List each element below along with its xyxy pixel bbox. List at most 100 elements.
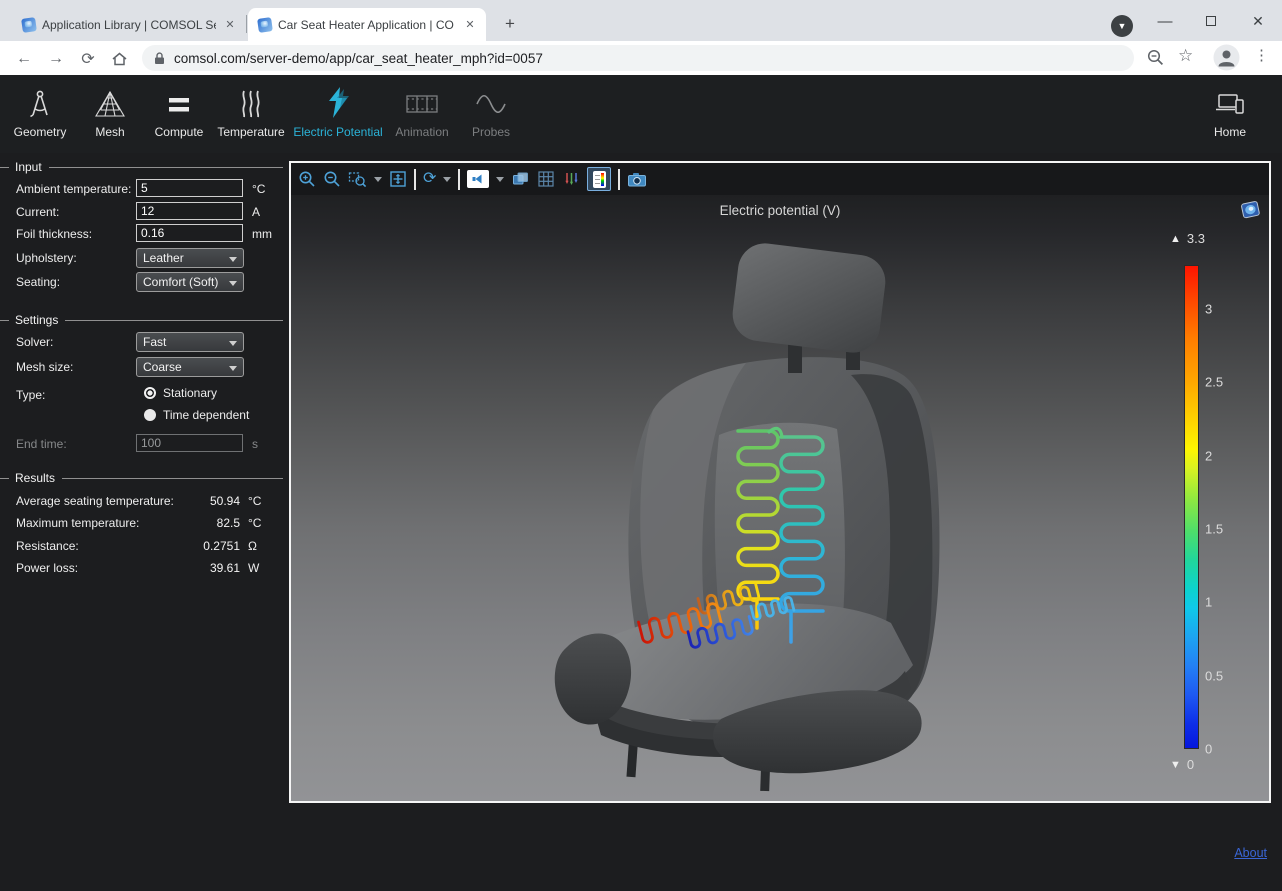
ribbon-electric-potential-button[interactable]: Electric Potential	[288, 84, 388, 139]
window-maximize-button[interactable]	[1194, 8, 1228, 34]
graphics-panel: ⟳ Electric potential (V)	[289, 161, 1271, 803]
address-bar[interactable]: comsol.com/server-demo/app/car_seat_heat…	[142, 45, 1134, 71]
window-close-button[interactable]: ✕	[1241, 8, 1275, 34]
ribbon-mesh-button[interactable]: Mesh	[82, 84, 138, 139]
triangle-up-icon: ▲	[1170, 233, 1181, 245]
comsol-app: Geometry Mesh Compute Temperature Electr…	[0, 75, 1282, 891]
ambient-temperature-unit: °C	[252, 182, 265, 196]
mesh-size-select[interactable]: Coarse	[136, 357, 244, 377]
grid-icon[interactable]	[537, 167, 555, 191]
avg-seating-temp-value: 50.94	[130, 494, 240, 508]
tab-title: Application Library | COMSOL Se	[42, 18, 216, 32]
input-section-header: Input	[0, 160, 288, 174]
comsol-logo[interactable]	[1239, 198, 1263, 222]
power-loss-value: 39.61	[130, 561, 240, 575]
zoom-extents-icon[interactable]	[389, 167, 407, 191]
compute-equals-icon	[147, 84, 211, 120]
tab-close-icon[interactable]: ✕	[222, 17, 238, 33]
toolbar-separator	[458, 169, 460, 190]
zoom-out-icon[interactable]	[323, 167, 341, 191]
browser-tab-strip: Application Library | COMSOL Se ✕ Car Se…	[0, 0, 1282, 41]
tab-application-library[interactable]: Application Library | COMSOL Se ✕	[12, 8, 246, 41]
new-tab-button[interactable]: +	[498, 12, 522, 36]
reset-rotation-icon[interactable]: ⟳	[423, 167, 436, 191]
screenshot-camera-icon[interactable]	[627, 167, 647, 191]
toolbar-separator	[414, 169, 416, 190]
radio-dot	[144, 409, 156, 421]
color-legend-icon	[593, 171, 606, 188]
ribbon-compute-button[interactable]: Compute	[147, 84, 211, 139]
home-devices-icon	[1198, 84, 1262, 120]
seating-label: Seating:	[16, 275, 60, 289]
tab-close-icon[interactable]: ✕	[462, 17, 478, 33]
back-icon[interactable]: ←	[13, 48, 35, 70]
color-legend-toggle[interactable]	[587, 167, 611, 191]
view-orientation-icon[interactable]	[467, 170, 489, 188]
rotation-dropdown-icon[interactable]	[443, 177, 451, 182]
colorbar-max-marker: ▲ 3.3	[1170, 231, 1205, 246]
browser-menu-icon[interactable]: ⋮	[1254, 46, 1269, 64]
triangle-down-icon: ▼	[1170, 759, 1181, 771]
zoom-box-icon[interactable]	[348, 167, 367, 191]
browser-url-row: ← → ⟳ comsol.com/server-demo/app/car_sea…	[0, 41, 1282, 75]
resistance-value: 0.2751	[130, 539, 240, 553]
colorbar-tick: 1	[1205, 595, 1212, 610]
transparency-icon[interactable]	[511, 167, 530, 191]
forward-icon[interactable]: →	[45, 48, 67, 70]
current-label: Current:	[16, 205, 59, 219]
ribbon-animation-button[interactable]: Animation	[384, 84, 460, 139]
zoom-box-dropdown-icon[interactable]	[374, 177, 382, 182]
url-text: comsol.com/server-demo/app/car_seat_heat…	[174, 51, 543, 66]
ribbon-probes-button[interactable]: Probes	[458, 84, 524, 139]
chevron-down-icon	[229, 366, 237, 371]
sine-wave-icon	[458, 84, 524, 120]
max-temp-label: Maximum temperature:	[16, 516, 139, 530]
window-minimize-button[interactable]: —	[1148, 8, 1182, 34]
solver-select[interactable]: Fast	[136, 332, 244, 352]
colorbar-tick: 1.5	[1205, 522, 1223, 537]
colorbar-tick: 2.5	[1205, 375, 1223, 390]
media-controls-button[interactable]: ▼	[1111, 15, 1133, 37]
current-unit: A	[252, 205, 260, 219]
foil-thickness-label: Foil thickness:	[16, 227, 92, 241]
colorbar-tick: 0.5	[1205, 669, 1223, 684]
bookmark-star-icon[interactable]: ☆	[1178, 46, 1193, 66]
chevron-down-icon	[229, 341, 237, 346]
foil-thickness-input[interactable]	[136, 224, 243, 242]
lightning-bolt-icon	[288, 84, 388, 120]
plot-canvas[interactable]: Electric potential (V)	[291, 195, 1269, 801]
settings-section-header: Settings	[0, 313, 288, 327]
comsol-favicon	[21, 17, 37, 33]
current-input[interactable]	[136, 202, 243, 220]
plot-markers-icon[interactable]	[562, 167, 580, 191]
ribbon-geometry-button[interactable]: Geometry	[8, 84, 72, 139]
ambient-temperature-input[interactable]	[136, 179, 243, 197]
type-label: Type:	[16, 388, 45, 402]
home-icon[interactable]	[108, 48, 130, 70]
tab-title: Car Seat Heater Application | CO	[278, 18, 456, 32]
chevron-down-icon	[229, 257, 237, 262]
ribbon-temperature-button[interactable]: Temperature	[207, 84, 295, 139]
seat-headrest	[730, 240, 889, 355]
max-temp-value: 82.5	[130, 516, 240, 530]
zoom-in-icon[interactable]	[298, 167, 316, 191]
seating-select[interactable]: Comfort (Soft)	[136, 272, 244, 292]
resistance-label: Resistance:	[16, 539, 79, 553]
tab-car-seat-heater[interactable]: Car Seat Heater Application | CO ✕	[248, 8, 486, 41]
film-strip-icon	[384, 84, 460, 120]
results-section-header: Results	[0, 471, 288, 485]
reload-icon[interactable]: ⟳	[77, 48, 99, 70]
end-time-input	[136, 434, 243, 452]
upholstery-label: Upholstery:	[16, 251, 77, 265]
view-dropdown-icon[interactable]	[496, 177, 504, 182]
graphics-toolbar: ⟳	[291, 163, 1269, 195]
radio-time-dependent[interactable]: Time dependent	[144, 408, 249, 422]
upholstery-select[interactable]: Leather	[136, 248, 244, 268]
ribbon-home-button[interactable]: Home	[1198, 84, 1262, 139]
about-link[interactable]: About	[1234, 846, 1267, 860]
app-ribbon: Geometry Mesh Compute Temperature Electr…	[0, 75, 1282, 153]
radio-stationary[interactable]: Stationary	[144, 386, 217, 400]
profile-avatar[interactable]	[1213, 44, 1240, 71]
page-zoom-icon[interactable]	[1146, 48, 1165, 67]
headrest-post	[788, 343, 802, 373]
